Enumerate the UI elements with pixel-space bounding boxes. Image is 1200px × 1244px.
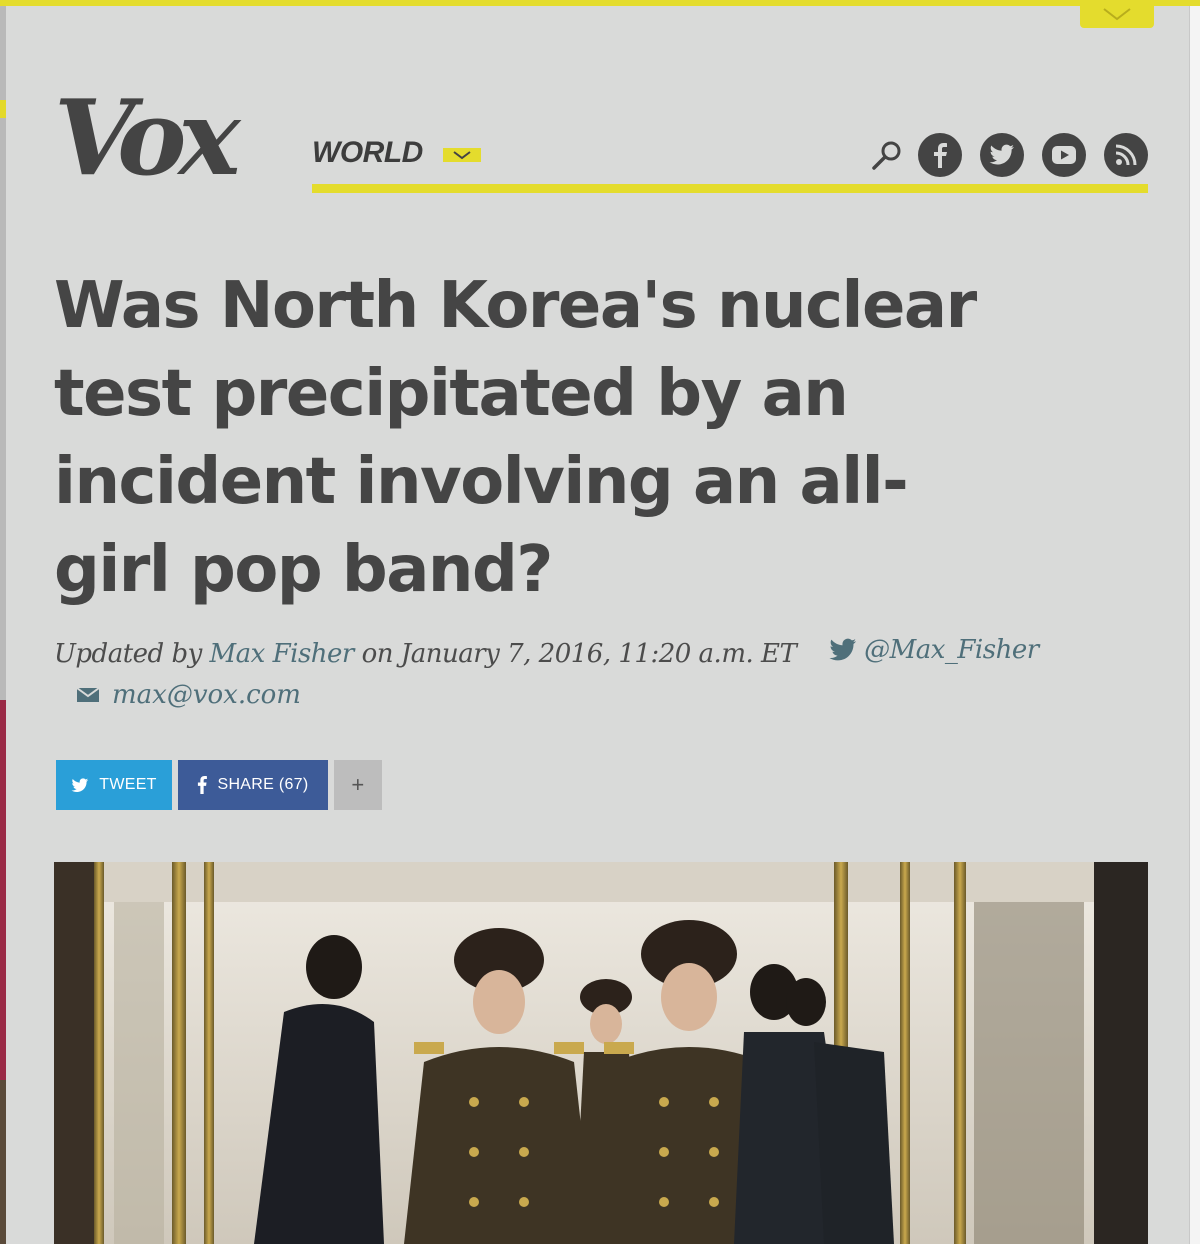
youtube-button[interactable] bbox=[1042, 133, 1086, 177]
author-email: max@vox.com bbox=[112, 680, 301, 710]
scrollbar[interactable] bbox=[1189, 0, 1200, 1244]
rss-icon bbox=[1115, 144, 1137, 166]
mail-icon bbox=[76, 687, 100, 702]
collapse-toggle-button[interactable] bbox=[1080, 0, 1154, 28]
section-label: WORLD bbox=[312, 136, 423, 169]
byline-on-label: on bbox=[361, 639, 394, 669]
twitter-button[interactable] bbox=[980, 133, 1024, 177]
twitter-icon bbox=[71, 777, 89, 792]
section-menu-world[interactable]: WORLD bbox=[312, 136, 481, 170]
author-link[interactable]: Max Fisher bbox=[210, 639, 355, 669]
facebook-share-button[interactable]: SHARE (67) bbox=[178, 760, 328, 810]
hero-photo bbox=[54, 862, 1148, 1244]
facebook-share-label: SHARE (67) bbox=[217, 776, 309, 793]
tweet-button[interactable]: TWEET bbox=[56, 760, 172, 810]
byline-updated-label: Updated by bbox=[54, 639, 202, 669]
author-email-link[interactable]: max@vox.com bbox=[76, 680, 301, 710]
author-twitter-link[interactable]: @Max_Fisher bbox=[828, 630, 1039, 670]
share-buttons: TWEET SHARE (67) + bbox=[56, 760, 388, 810]
social-links bbox=[868, 132, 1148, 178]
section-navigation: WORLD bbox=[312, 132, 1148, 196]
top-accent-bar bbox=[0, 0, 1200, 6]
hero-image bbox=[54, 862, 1148, 1244]
publish-date: January 7, 2016, 11:20 a.m. ET bbox=[400, 639, 797, 669]
twitter-icon bbox=[829, 638, 857, 661]
article-headline: Was North Korea's nuclear test precipita… bbox=[54, 269, 977, 607]
youtube-icon bbox=[1052, 146, 1076, 164]
background-page-edge bbox=[0, 0, 6, 1244]
twitter-handle: @Max_Fisher bbox=[864, 635, 1039, 665]
chevron-down-icon bbox=[442, 148, 481, 162]
facebook-icon bbox=[198, 776, 208, 794]
twitter-icon bbox=[989, 144, 1014, 165]
search-button[interactable] bbox=[868, 132, 906, 178]
vox-logo[interactable]: Vox bbox=[54, 86, 240, 190]
article-byline: Updated by Max Fisher on January 7, 2016… bbox=[54, 630, 1154, 674]
facebook-button[interactable] bbox=[918, 133, 962, 177]
rss-button[interactable] bbox=[1104, 133, 1148, 177]
tweet-label: TWEET bbox=[99, 776, 157, 793]
chevron-down-icon bbox=[1103, 8, 1131, 21]
search-icon bbox=[872, 141, 901, 170]
nav-underline bbox=[312, 184, 1148, 193]
facebook-icon bbox=[934, 143, 947, 168]
more-share-button[interactable]: + bbox=[334, 760, 382, 810]
